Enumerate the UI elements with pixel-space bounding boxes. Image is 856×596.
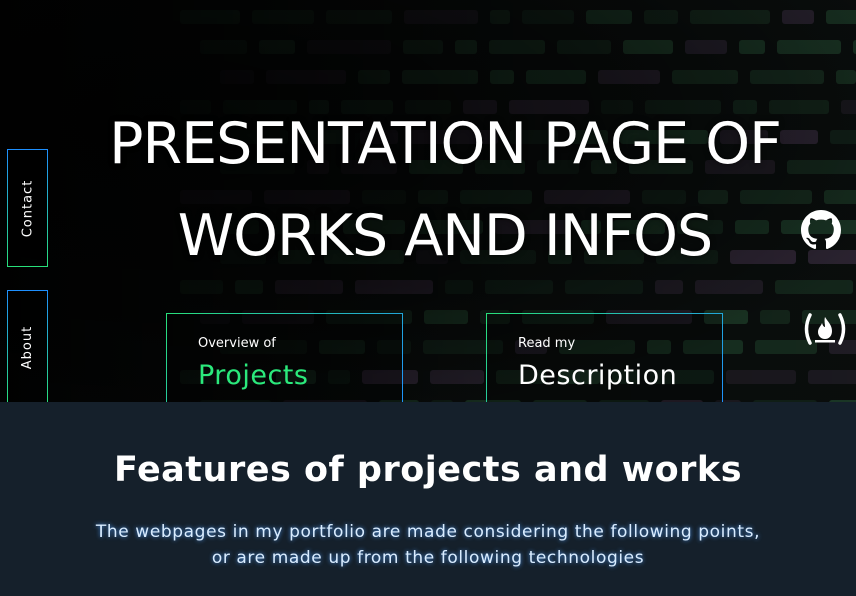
description-card-caption: Read my bbox=[518, 336, 576, 351]
nav-contact-tab[interactable]: Contact bbox=[7, 149, 48, 267]
freecodecamp-icon[interactable] bbox=[800, 308, 850, 350]
features-description: The webpages in my portfolio are made co… bbox=[60, 519, 796, 571]
nav-about-label: About bbox=[20, 325, 35, 369]
github-icon-glyph bbox=[801, 210, 841, 250]
github-icon[interactable] bbox=[800, 209, 842, 251]
freecodecamp-icon-glyph bbox=[804, 313, 846, 345]
projects-card-caption: Overview of bbox=[198, 336, 276, 351]
description-card[interactable]: Read my Description bbox=[486, 313, 723, 402]
features-section: Features of projects and works The webpa… bbox=[0, 402, 856, 596]
title-line-1: PRESENTATION PAGE OF bbox=[109, 111, 782, 177]
features-heading: Features of projects and works bbox=[113, 450, 743, 490]
features-line-2: or are made up from the following techno… bbox=[211, 548, 645, 568]
hero-section: PRESENTATION PAGE OF WORKS AND INFOS Con… bbox=[0, 0, 856, 402]
projects-card-title: Projects bbox=[198, 360, 309, 391]
title-line-2: WORKS AND INFOS bbox=[177, 203, 713, 269]
features-line-1: The webpages in my portfolio are made co… bbox=[95, 522, 761, 542]
projects-card[interactable]: Overview of Projects bbox=[166, 313, 403, 402]
description-card-title: Description bbox=[518, 360, 678, 391]
nav-contact-label: Contact bbox=[20, 179, 36, 237]
nav-about-tab[interactable]: About bbox=[7, 290, 48, 402]
page-title: PRESENTATION PAGE OF WORKS AND INFOS bbox=[60, 98, 830, 282]
